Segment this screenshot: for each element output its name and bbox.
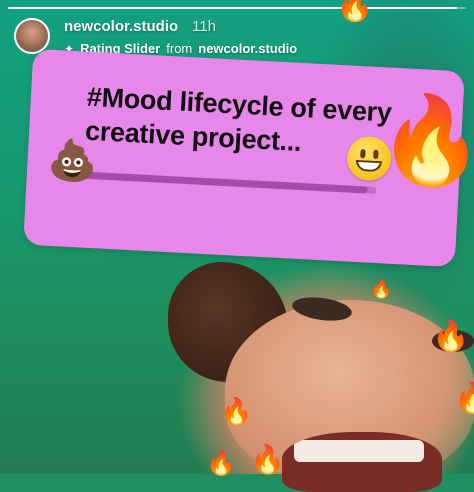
timestamp: 11h <box>192 18 216 35</box>
fire-icon: 🔥 <box>336 0 374 23</box>
slider-knob[interactable]: 🔥 <box>343 90 474 228</box>
fire-icon: 🔥 <box>370 279 393 299</box>
poop-emoji-icon: 💩 <box>46 137 99 185</box>
from-label: from <box>166 41 193 56</box>
fire-icon: 🔥 <box>220 396 253 426</box>
story-progress-fill <box>8 7 457 9</box>
username[interactable]: newcolor.studio <box>64 18 178 35</box>
avatar[interactable] <box>14 18 50 54</box>
slider-track-fill <box>68 170 368 194</box>
fire-icon: 🔥 <box>250 444 285 475</box>
fire-icon: 🔥 <box>432 320 470 353</box>
person-mouth <box>282 432 442 492</box>
fire-icon: 🔥 <box>375 90 474 192</box>
fire-icon: 🔥 <box>454 382 474 415</box>
story-progress-bar <box>8 7 466 9</box>
rating-slider-sticker[interactable]: #Mood lifecycle of every creative projec… <box>23 48 474 268</box>
fire-icon: 🔥 <box>206 450 236 477</box>
sticker-source[interactable]: newcolor.studio <box>198 41 297 56</box>
slider-track[interactable]: 💩 🔥 <box>46 90 474 194</box>
